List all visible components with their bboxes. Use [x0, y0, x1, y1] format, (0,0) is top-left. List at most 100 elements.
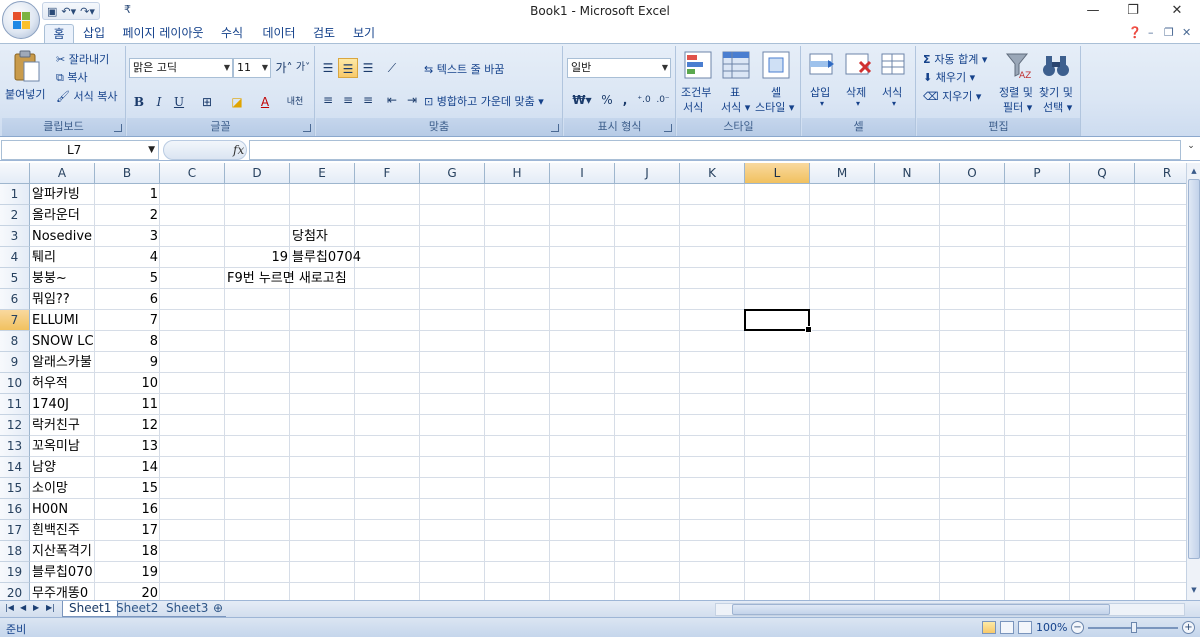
cell-e4[interactable]: 블루칩0704 — [290, 247, 361, 268]
cell-b18[interactable]: 18 — [95, 541, 160, 562]
tab-page-layout[interactable]: 페이지 레이아웃 — [118, 24, 208, 43]
increase-decimal-icon[interactable]: ⁺.0 — [634, 90, 654, 110]
align-middle-icon[interactable]: ☰ — [338, 58, 358, 78]
insert-cells-button[interactable]: 삽입 — [810, 84, 830, 100]
fill-button[interactable]: ⬇ 채우기 ▾ — [923, 69, 975, 85]
cell-a9[interactable]: 알래스카불 — [30, 352, 95, 373]
tab-view[interactable]: 보기 — [348, 24, 380, 43]
conditional-format-icon[interactable] — [683, 50, 713, 80]
cell-b14[interactable]: 14 — [95, 457, 160, 478]
row-header-20[interactable]: 20 — [0, 583, 30, 600]
name-box[interactable]: L7 ▼ — [1, 140, 159, 160]
first-sheet-icon[interactable]: |◀ — [5, 603, 14, 612]
tab-review[interactable]: 검토 — [308, 24, 340, 43]
row-header-14[interactable]: 14 — [0, 457, 30, 478]
grow-font-button[interactable]: 가˄ — [274, 58, 294, 78]
align-right-icon[interactable]: ≡ — [358, 90, 378, 110]
binoculars-icon[interactable] — [1041, 50, 1071, 80]
row-header-15[interactable]: 15 — [0, 478, 30, 499]
horizontal-scrollbar[interactable] — [715, 603, 1185, 616]
copy-button[interactable]: ⧉ 복사 — [56, 69, 88, 85]
tab-insert[interactable]: 삽입 — [78, 24, 110, 43]
cell-b7[interactable]: 7 — [95, 310, 160, 331]
row-header-5[interactable]: 5 — [0, 268, 30, 289]
column-header-m[interactable]: M — [810, 163, 875, 184]
table-format-icon[interactable] — [721, 50, 751, 80]
column-header-a[interactable]: A — [30, 163, 95, 184]
font-launcher-icon[interactable] — [303, 124, 311, 132]
paste-button[interactable]: 붙여넣기 — [5, 86, 45, 102]
prev-sheet-icon[interactable]: ◀ — [20, 603, 26, 612]
row-header-6[interactable]: 6 — [0, 289, 30, 310]
percent-icon[interactable]: % — [597, 90, 617, 110]
number-launcher-icon[interactable] — [664, 124, 672, 132]
column-header-j[interactable]: J — [615, 163, 680, 184]
worksheet-grid[interactable]: A B C D E F G H I J K L M N O P Q R 1 2 3 4 5 6 7 8 9 10 11 12 13 14 15 1… — [0, 163, 1186, 600]
decrease-indent-icon[interactable]: ⇤ — [382, 90, 402, 110]
row-header-3[interactable]: 3 — [0, 226, 30, 247]
cell-a11[interactable]: 1740J — [30, 394, 95, 415]
row-header-4[interactable]: 4 — [0, 247, 30, 268]
column-header-i[interactable]: I — [550, 163, 615, 184]
vertical-scrollbar[interactable]: ▲ ▼ — [1186, 163, 1200, 600]
column-header-n[interactable]: N — [875, 163, 940, 184]
scroll-up-icon[interactable]: ▲ — [1188, 164, 1200, 178]
cell-a13[interactable]: 꼬옥미남 — [30, 436, 95, 457]
font-size-combo[interactable]: 11 ▼ — [233, 58, 271, 78]
zoom-in-icon[interactable]: + — [1182, 621, 1195, 634]
page-break-view-icon[interactable] — [1018, 621, 1032, 634]
column-header-f[interactable]: F — [355, 163, 420, 184]
alignment-launcher-icon[interactable] — [551, 124, 559, 132]
column-header-e[interactable]: E — [290, 163, 355, 184]
tab-home[interactable]: 홈 — [44, 24, 74, 43]
sheet-tab-2[interactable]: Sheet2 — [110, 601, 165, 617]
find-select-button[interactable]: 찾기 및 — [1039, 84, 1073, 100]
cell-a15[interactable]: 소이망 — [30, 478, 95, 499]
align-left-icon[interactable]: ≡ — [318, 90, 338, 110]
last-sheet-icon[interactable]: ▶| — [46, 603, 55, 612]
row-header-9[interactable]: 9 — [0, 352, 30, 373]
paste-icon[interactable] — [12, 50, 42, 82]
font-name-combo[interactable]: 맑은 고딕 ▼ — [129, 58, 233, 78]
cell-b8[interactable]: 8 — [95, 331, 160, 352]
cell-b11[interactable]: 11 — [95, 394, 160, 415]
row-header-11[interactable]: 11 — [0, 394, 30, 415]
cell-a7[interactable]: ELLUMI — [30, 310, 95, 331]
cell-d5[interactable]: F9번 누르면 새로고침 — [225, 268, 347, 289]
border-icon[interactable]: ⊞ — [197, 92, 217, 112]
bold-button[interactable]: B — [129, 92, 149, 112]
insert-cells-icon[interactable] — [808, 50, 838, 80]
align-center-icon[interactable]: ≡ — [338, 90, 358, 110]
cell-styles-button[interactable]: 셀 — [771, 84, 781, 100]
sheet-tab-3[interactable]: Sheet3 — [160, 601, 215, 617]
cell-b15[interactable]: 15 — [95, 478, 160, 499]
clear-button[interactable]: ⌫ 지우기 ▾ — [923, 88, 981, 104]
sort-filter-button[interactable]: 정렬 및 — [999, 84, 1033, 100]
cell-b17[interactable]: 17 — [95, 520, 160, 541]
cell-a20[interactable]: 무주개똥0 — [30, 583, 95, 600]
cell-b1[interactable]: 1 — [95, 184, 160, 205]
cell-b13[interactable]: 13 — [95, 436, 160, 457]
zoom-level[interactable]: 100% — [1036, 621, 1067, 634]
font-color-icon[interactable]: A — [255, 92, 275, 112]
column-header-r[interactable]: R — [1135, 163, 1186, 184]
zoom-out-icon[interactable]: − — [1071, 621, 1084, 634]
cell-b6[interactable]: 6 — [95, 289, 160, 310]
cell-a10[interactable]: 허우적 — [30, 373, 95, 394]
row-header-16[interactable]: 16 — [0, 499, 30, 520]
autosum-button[interactable]: Σ 자동 합계 ▾ — [923, 51, 987, 67]
cell-b16[interactable]: 16 — [95, 499, 160, 520]
underline-button[interactable]: U — [169, 92, 189, 112]
number-format-combo[interactable]: 일반 ▼ — [567, 58, 671, 78]
cell-b2[interactable]: 2 — [95, 205, 160, 226]
cell-b4[interactable]: 4 — [95, 247, 160, 268]
column-header-g[interactable]: G — [420, 163, 485, 184]
comma-icon[interactable]: , — [615, 90, 635, 110]
table-format-button[interactable]: 표 — [730, 84, 740, 100]
doc-restore-icon[interactable]: ❐ — [1164, 26, 1174, 39]
cell-b19[interactable]: 19 — [95, 562, 160, 583]
cell-a6[interactable]: 뭐임?? — [30, 289, 95, 310]
merge-center-button[interactable]: ⊡ 병합하고 가운데 맞춤 ▾ — [424, 93, 544, 109]
delete-cells-button[interactable]: 삭제 — [846, 84, 866, 100]
row-header-8[interactable]: 8 — [0, 331, 30, 352]
